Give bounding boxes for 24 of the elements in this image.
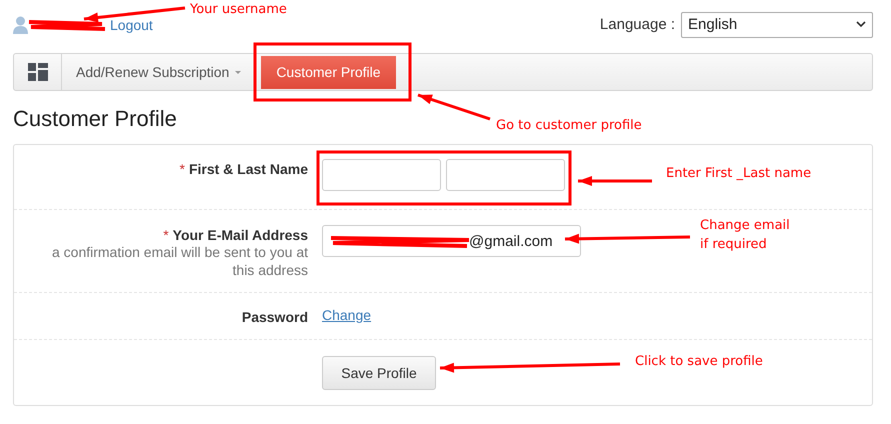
annotation-note: Go to customer profile (496, 117, 642, 135)
dashboard-icon[interactable] (28, 63, 48, 81)
field-label: Password (240, 308, 308, 325)
page-heading: Customer Profile (13, 105, 177, 133)
user-icon (13, 16, 28, 34)
change-password-link[interactable]: Change (322, 307, 372, 323)
annotation-note: Enter First _Last name (666, 165, 812, 183)
last-name-field[interactable] (446, 159, 565, 191)
logout-link[interactable]: Logout (110, 16, 153, 32)
annotation-note: Change email if required (700, 217, 790, 254)
caret-icon (235, 70, 242, 74)
nav-tab[interactable]: Customer Profile (261, 56, 396, 88)
field-hint: a confirmation email will be sent to you at this address (50, 243, 308, 279)
first-name-field[interactable] (322, 159, 441, 191)
annotation-note: Click to save profile (635, 353, 763, 371)
email-field[interactable]: @gmail.com (322, 225, 581, 257)
field-label: * Your E-Mail Address (162, 226, 308, 243)
language-label: Language : (600, 16, 675, 33)
annotation-note: Your username (190, 1, 287, 19)
chevron-icon (856, 21, 866, 28)
language-select[interactable]: English (681, 12, 873, 38)
nav-dropdown[interactable]: Add/Renew Subscription (62, 54, 256, 90)
field-label: * First & Last Name (178, 160, 308, 177)
save-profile-button[interactable]: Save Profile (322, 356, 436, 390)
